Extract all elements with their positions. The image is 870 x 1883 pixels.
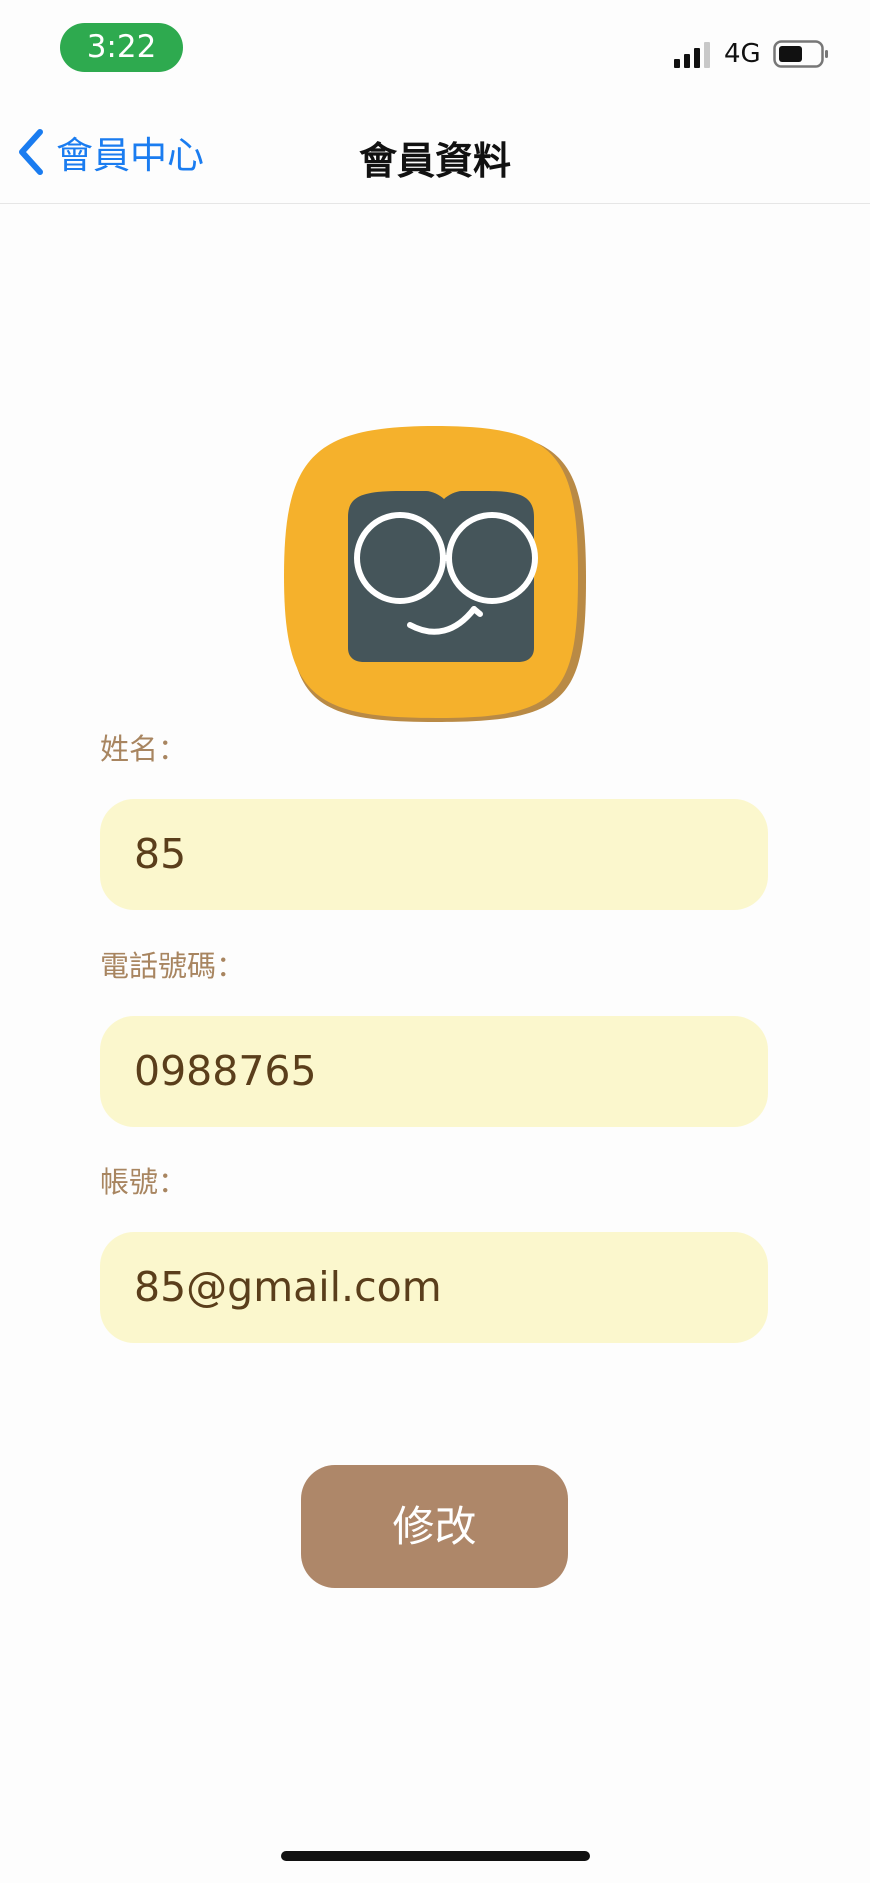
submit-button[interactable]: 修改 xyxy=(301,1465,568,1588)
account-label: 帳號： xyxy=(100,1165,188,1199)
name-field[interactable]: 85 xyxy=(100,799,768,910)
network-type: 4G xyxy=(724,39,761,69)
phone-field[interactable]: 0988765 xyxy=(100,1016,768,1127)
home-indicator xyxy=(281,1851,590,1861)
account-field[interactable]: 85@gmail.com xyxy=(100,1232,768,1343)
glasses-face-avatar-icon xyxy=(284,426,586,722)
battery-icon xyxy=(773,40,828,68)
back-button[interactable]: 會員中心 xyxy=(14,128,204,177)
status-bar: 3:22 4G xyxy=(0,0,870,100)
back-button-label: 會員中心 xyxy=(56,134,204,177)
chevron-left-icon xyxy=(19,129,43,175)
status-time: 3:22 xyxy=(60,23,183,72)
navigation-bar: 會員資料 會員中心 xyxy=(0,100,870,204)
phone-label: 電話號碼： xyxy=(100,949,246,983)
name-label: 姓名： xyxy=(100,732,188,766)
signal-icon xyxy=(674,42,710,68)
